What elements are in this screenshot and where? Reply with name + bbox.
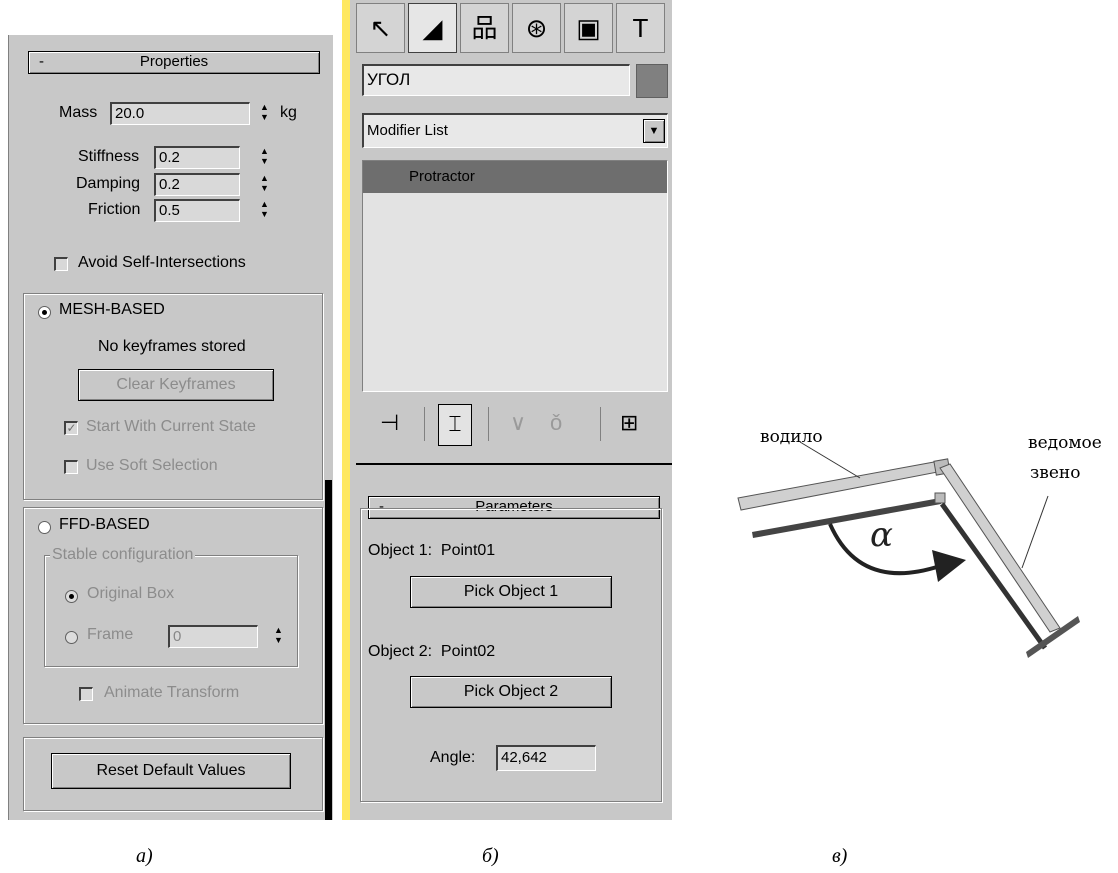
use-soft-label: Use Soft Selection: [86, 457, 218, 474]
no-keyframes-text: No keyframes stored: [98, 338, 246, 355]
ffd-radio[interactable]: [38, 521, 51, 534]
caption-b: б): [482, 845, 499, 867]
avoid-checkbox[interactable]: [54, 257, 68, 271]
driver-leader: [799, 441, 861, 479]
damping-spinner[interactable]: ▲ ▼: [258, 173, 271, 196]
show-end-result-icon[interactable]: ⌶: [438, 404, 472, 446]
stack-sep-2: [488, 407, 489, 441]
friction-field[interactable]: 0.5: [154, 199, 240, 222]
panel-a: - Properties Mass 20.0 ▲ ▼ kg Stiffness 0…: [8, 35, 333, 820]
panel-b: ↖ ◢ 品 ⊛ ▣ T УГОЛ Modifier List ▼ Protrac…: [350, 0, 672, 820]
panel-b-divider: [356, 463, 672, 465]
object1-label: Object 1: Point01: [368, 542, 496, 559]
chevron-down-icon[interactable]: ▼: [643, 119, 665, 143]
mechanism-diagram: α водило ведомое звено: [737, 427, 1102, 658]
start-current-checkbox[interactable]: ✓: [64, 421, 78, 435]
animate-transform-checkbox[interactable]: [79, 687, 93, 701]
make-unique-icon[interactable]: ∨: [510, 410, 526, 436]
original-box-label: Original Box: [87, 585, 175, 602]
start-current-label: Start With Current State: [86, 418, 256, 435]
angle-arrowhead: [932, 550, 966, 582]
friction-label: Friction: [88, 201, 141, 218]
frame-label: Frame: [87, 626, 134, 643]
caption-a: а): [136, 845, 153, 867]
friction-spinner[interactable]: ▲ ▼: [258, 199, 271, 222]
mesh-radio[interactable]: [38, 306, 51, 319]
object-color-swatch[interactable]: [636, 64, 668, 98]
remove-modifier-icon[interactable]: ǒ: [550, 410, 562, 436]
mass-unit: kg: [280, 104, 297, 121]
animate-transform-label: Animate Transform: [104, 684, 240, 701]
joint-inner: [934, 492, 946, 504]
frame-spinner[interactable]: ▲ ▼: [272, 625, 285, 648]
driven-inner-line: [939, 502, 1048, 650]
mesh-label: MESH-BASED: [59, 301, 165, 318]
stiffness-field[interactable]: 0.2: [154, 146, 240, 169]
pick-object-1-button[interactable]: Pick Object 1: [410, 576, 612, 608]
object2-label: Object 2: Point02: [368, 643, 496, 660]
pin-stack-icon[interactable]: ⊣: [380, 410, 399, 436]
driver-inner-bar: [752, 498, 941, 538]
utilities-tab-icon[interactable]: T: [616, 3, 665, 53]
stack-item-protractor[interactable]: Protractor: [363, 161, 667, 193]
angle-field: 42,642: [496, 745, 596, 771]
modify-tab-icon[interactable]: ◢: [408, 3, 457, 53]
modifier-list-dropdown[interactable]: Modifier List: [362, 113, 668, 148]
hierarchy-tab-icon[interactable]: 品: [460, 3, 509, 53]
alpha-symbol: α: [870, 515, 893, 555]
object1-value: Point01: [440, 542, 496, 559]
frame-field[interactable]: 0: [168, 625, 258, 648]
driven-link: [939, 463, 1061, 633]
stack-sep-3: [600, 407, 601, 441]
stack-sep-1: [424, 407, 425, 441]
original-box-radio[interactable]: [65, 590, 78, 603]
pick-object-2-button[interactable]: Pick Object 2: [410, 676, 612, 708]
driven-leader: [1021, 495, 1049, 569]
caption-c: в): [832, 845, 848, 867]
frame-radio[interactable]: [65, 631, 78, 644]
stable-config-group: [44, 555, 298, 667]
label-driven-2: звено: [1030, 463, 1080, 483]
damping-label: Damping: [76, 175, 141, 192]
rollout-title: Properties: [139, 53, 209, 70]
object-name-field[interactable]: УГОЛ: [362, 64, 630, 96]
create-tab-icon[interactable]: ↖: [356, 3, 405, 53]
mass-spinner[interactable]: ▲ ▼: [258, 102, 271, 125]
object2-value: Point02: [440, 643, 496, 660]
motion-tab-icon[interactable]: ⊛: [512, 3, 561, 53]
angle-label: Angle:: [430, 749, 476, 766]
panel-a-border: [8, 35, 9, 820]
ffd-label: FFD-BASED: [59, 516, 150, 533]
mass-field[interactable]: 20.0: [110, 102, 250, 125]
panel-b-yellow-edge: [342, 0, 350, 820]
avoid-label: Avoid Self-Intersections: [78, 254, 246, 271]
label-driven-1: ведомое: [1028, 433, 1102, 453]
stiffness-spinner[interactable]: ▲ ▼: [258, 146, 271, 169]
reset-defaults-button[interactable]: Reset Default Values: [51, 753, 291, 789]
mass-label: Mass: [59, 104, 98, 121]
display-tab-icon[interactable]: ▣: [564, 3, 613, 53]
damping-field[interactable]: 0.2: [154, 173, 240, 196]
stable-config-label: Stable configuration: [50, 546, 196, 564]
panel-a-right-edge: [325, 480, 332, 820]
clear-keyframes-button[interactable]: Clear Keyframes: [78, 369, 274, 401]
modifier-stack[interactable]: Protractor: [362, 160, 668, 392]
configure-sets-icon[interactable]: ⊞: [620, 410, 638, 436]
use-soft-checkbox[interactable]: [64, 460, 78, 474]
properties-rollout-header[interactable]: - Properties: [28, 51, 320, 74]
stiffness-label: Stiffness: [78, 148, 140, 165]
label-driver: водило: [760, 427, 823, 447]
